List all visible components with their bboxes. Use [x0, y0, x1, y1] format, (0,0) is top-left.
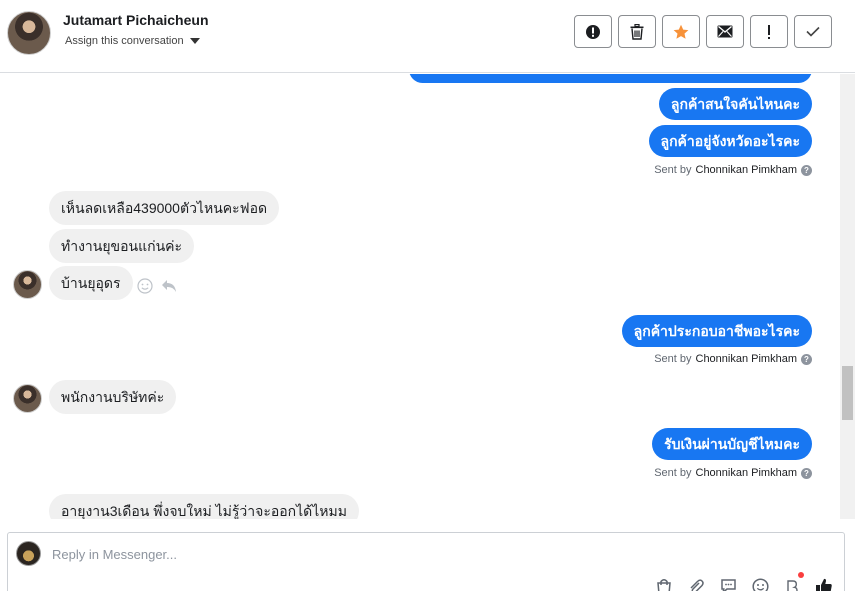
message-bubble-partial[interactable] — [409, 74, 812, 83]
assign-label: Assign this conversation — [65, 35, 184, 47]
emoji-react-icon[interactable] — [137, 278, 153, 294]
star-icon — [673, 24, 689, 39]
trash-icon — [630, 23, 644, 40]
sent-by-prefix: Sent by — [654, 467, 692, 479]
contact-name[interactable]: Jutamart Pichaicheun — [63, 12, 209, 28]
contact-avatar-small — [13, 384, 42, 413]
exclamation-icon — [768, 24, 770, 39]
sent-by-name[interactable]: Chonnikan Pimkham — [696, 353, 798, 365]
incoming-message[interactable]: บ้านยุอุดร — [49, 266, 133, 300]
caret-down-icon — [189, 38, 200, 44]
mark-spam-button[interactable] — [574, 15, 612, 48]
sent-by-label: Sent by Chonnikan Pimkham ? — [654, 353, 812, 365]
contact-avatar-small — [13, 270, 42, 299]
paperclip-icon — [690, 578, 704, 591]
emoji-button[interactable] — [750, 576, 770, 591]
like-button[interactable] — [814, 576, 834, 591]
outgoing-message[interactable]: รับเงินผ่านบัญชีไหมคะ — [652, 428, 812, 460]
help-icon[interactable]: ? — [801, 467, 812, 479]
bag-icon — [657, 578, 671, 591]
follow-up-button[interactable] — [750, 15, 788, 48]
shop-button[interactable] — [654, 576, 674, 591]
sent-by-prefix: Sent by — [654, 164, 692, 176]
check-icon — [806, 26, 820, 37]
outgoing-message[interactable]: ลูกค้าอยู่จังหวัดอะไรคะ — [648, 125, 812, 157]
mark-done-button[interactable] — [794, 15, 832, 48]
outgoing-message[interactable]: ลูกค้าสนใจคันไหนคะ — [658, 88, 812, 120]
scrollbar-track[interactable] — [840, 74, 855, 519]
sent-by-prefix: Sent by — [654, 353, 692, 365]
thumbs-up-icon — [816, 578, 832, 591]
incoming-message[interactable]: อายุงาน3เดือน พึ่งจบใหม่ ไม่รู้ว่าจะออกไ… — [49, 494, 359, 519]
reply-input[interactable] — [52, 545, 812, 563]
mark-unread-button[interactable] — [706, 15, 744, 48]
help-icon[interactable]: ? — [801, 353, 812, 365]
notification-dot — [798, 572, 804, 578]
incoming-message[interactable]: ทำงานยุขอนแก่นค่ะ — [49, 229, 195, 263]
chat-bubble-icon — [720, 579, 736, 591]
reply-icon[interactable] — [161, 279, 177, 293]
message-thread[interactable]: ลูกค้าสนใจคันไหนคะ ลูกค้าอยู่จังหวัดอะไร… — [0, 74, 855, 519]
conversation-header: Jutamart Pichaicheun Assign this convers… — [0, 0, 855, 73]
scrollbar-thumb[interactable] — [842, 366, 853, 420]
page-avatar — [16, 541, 41, 566]
delete-button[interactable] — [618, 15, 656, 48]
sent-by-label: Sent by Chonnikan Pimkham ? — [654, 164, 812, 176]
outgoing-message[interactable]: ลูกค้าประกอบอาชีพอะไรคะ — [621, 315, 812, 347]
sent-by-name[interactable]: Chonnikan Pimkham — [696, 467, 798, 479]
alert-circle-icon — [586, 24, 600, 39]
reply-composer — [7, 532, 845, 591]
star-button[interactable] — [662, 15, 700, 48]
incoming-message[interactable]: พนักงานบริษัทค่ะ — [49, 380, 177, 414]
sent-by-label: Sent by Chonnikan Pimkham ? — [654, 467, 812, 479]
envelope-icon — [717, 25, 733, 38]
attach-button[interactable] — [686, 576, 706, 591]
incoming-message[interactable]: เห็นลดเหลือ439000ตัวไหนคะฟอด — [49, 191, 280, 225]
assign-conversation-dropdown[interactable]: Assign this conversation — [65, 35, 200, 47]
help-icon[interactable]: ? — [801, 164, 812, 176]
contact-avatar[interactable] — [7, 11, 51, 55]
composer-tools — [654, 572, 834, 591]
sent-by-name[interactable]: Chonnikan Pimkham — [696, 164, 798, 176]
conversation-actions — [574, 15, 832, 48]
b-badge-icon — [787, 579, 798, 591]
b-badge-button[interactable] — [782, 572, 804, 591]
saved-replies-button[interactable] — [718, 576, 738, 591]
message-tools — [137, 278, 177, 294]
emoji-icon — [751, 577, 769, 591]
